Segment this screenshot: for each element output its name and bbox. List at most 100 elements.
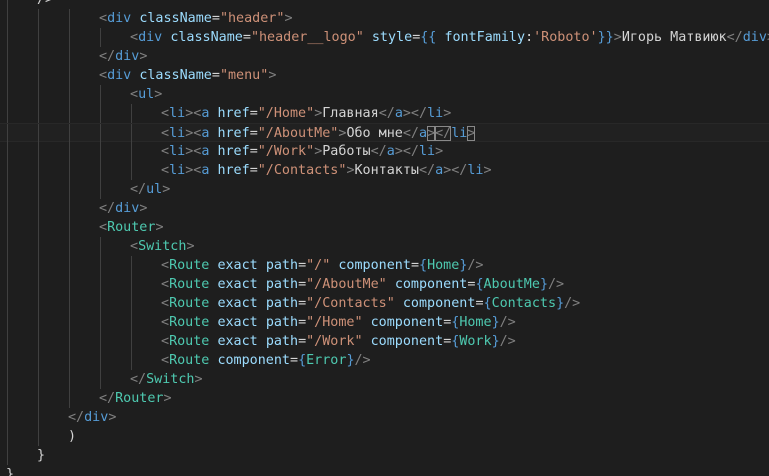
code-token: >< [185, 126, 202, 141]
code-line[interactable]: <li><a href="/Home">Главная</a></li> [0, 104, 769, 123]
code-token: ul [138, 87, 155, 102]
indent-guide [38, 237, 39, 256]
indent-guide [7, 237, 8, 256]
code-token: component [394, 277, 468, 292]
indent-guide [131, 256, 132, 275]
code-line[interactable]: <Route exact path="/AboutMe" component={… [0, 275, 769, 294]
indent-guide [69, 85, 70, 104]
code-token: = [298, 315, 307, 330]
indent-guide [38, 332, 39, 351]
indent-guide [100, 142, 101, 161]
code-token: href [217, 106, 250, 121]
code-token: } [539, 277, 548, 292]
code-token: "/Home" [306, 315, 363, 330]
code-line[interactable]: <Switch> [0, 237, 769, 256]
code-line[interactable]: <div className="header"> [0, 9, 769, 28]
code-token: < [161, 334, 170, 349]
code-token: "/AboutMe" [306, 277, 387, 292]
code-token: /> [37, 0, 53, 7]
code-text: /> [37, 0, 53, 9]
code-text: <Route exact path="/AboutMe" component={… [161, 275, 564, 294]
code-token: </ [419, 163, 436, 178]
code-token: Switch [138, 239, 187, 254]
code-token: = [242, 30, 251, 45]
code-token: li [169, 106, 186, 121]
indent-guide [38, 180, 39, 199]
indent-guide [131, 161, 132, 180]
indent-guide [69, 124, 70, 143]
code-line[interactable]: </Switch> [0, 370, 769, 389]
code-line[interactable]: <div className="menu"> [0, 66, 769, 85]
code-token: = [290, 353, 299, 368]
code-token: "/Contacts" [257, 163, 347, 178]
code-token: li [169, 126, 186, 141]
indent-guide [131, 104, 132, 123]
code-token: = [298, 296, 307, 311]
indent-guide [38, 256, 39, 275]
indent-guide [131, 313, 132, 332]
code-line[interactable]: ) [0, 427, 769, 446]
indent-guide [38, 9, 39, 28]
code-line[interactable]: <Router> [0, 218, 769, 237]
code-line[interactable]: </ul> [0, 180, 769, 199]
code-token: fontFamily [444, 30, 526, 45]
code-line[interactable]: <Route exact path="/" component={Home}/> [0, 256, 769, 275]
code-token: path [265, 334, 299, 349]
indent-guide [7, 180, 8, 199]
code-token: /> [564, 296, 581, 311]
code-line[interactable]: </div> [0, 47, 769, 66]
code-token: = [298, 277, 307, 292]
code-token: > [154, 87, 163, 102]
code-token: path [265, 258, 299, 273]
code-line[interactable]: <li><a href="/Contacts">Контакты</a></li… [0, 161, 769, 180]
code-token: "menu" [219, 68, 269, 83]
code-line[interactable]: } [0, 465, 769, 476]
code-line[interactable]: </div> [0, 408, 769, 427]
code-token: li [419, 144, 436, 159]
code-line[interactable]: <Route exact path="/Contacts" component=… [0, 294, 769, 313]
code-line[interactable]: <li><a href="/Work">Работы</a></li> [0, 142, 769, 161]
code-token: div [742, 30, 767, 45]
code-editor[interactable]: /><div className="header"><div className… [0, 0, 769, 476]
code-line[interactable]: <Route exact path="/Work" component={Wor… [0, 332, 769, 351]
code-token: a [419, 126, 428, 141]
code-line[interactable]: <li><a href="/AboutMe">Обо мне</a></li> [0, 123, 769, 143]
code-token: exact [217, 296, 258, 311]
code-line[interactable]: <Route exact path="/Home" component={Hom… [0, 313, 769, 332]
code-line[interactable]: <ul> [0, 85, 769, 104]
code-token: Route [169, 353, 210, 368]
code-line[interactable]: <Route component={Error}/> [0, 351, 769, 370]
code-token: div [84, 410, 109, 425]
indent-guide [69, 275, 70, 294]
indent-guide [7, 427, 8, 446]
indent-guide [100, 237, 101, 256]
indent-guide [7, 161, 8, 180]
indent-guide [100, 332, 101, 351]
indent-guide [7, 104, 8, 123]
code-token: > [427, 126, 436, 141]
indent-guide [38, 351, 39, 370]
code-token: = [475, 296, 484, 311]
code-line[interactable]: </Router> [0, 389, 769, 408]
code-token: > [139, 49, 148, 64]
code-line[interactable]: /> [0, 0, 769, 9]
code-line[interactable]: </div> [0, 199, 769, 218]
code-token: } [491, 334, 500, 349]
indent-guide [7, 332, 8, 351]
indent-guide [7, 370, 8, 389]
code-text: </Router> [99, 389, 172, 408]
code-token: li [169, 163, 186, 178]
indent-guide [100, 180, 101, 199]
code-line[interactable]: } [0, 446, 769, 465]
code-token: </ [378, 106, 395, 121]
indent-guide [69, 47, 70, 66]
code-token: ></ [402, 106, 428, 121]
code-line[interactable]: <div className="header__logo" style={{ f… [0, 28, 769, 47]
code-token: { [483, 296, 492, 311]
code-text: <Route exact path="/Contacts" component=… [161, 294, 580, 313]
code-token: Route [169, 277, 210, 292]
code-token: path [265, 315, 299, 330]
